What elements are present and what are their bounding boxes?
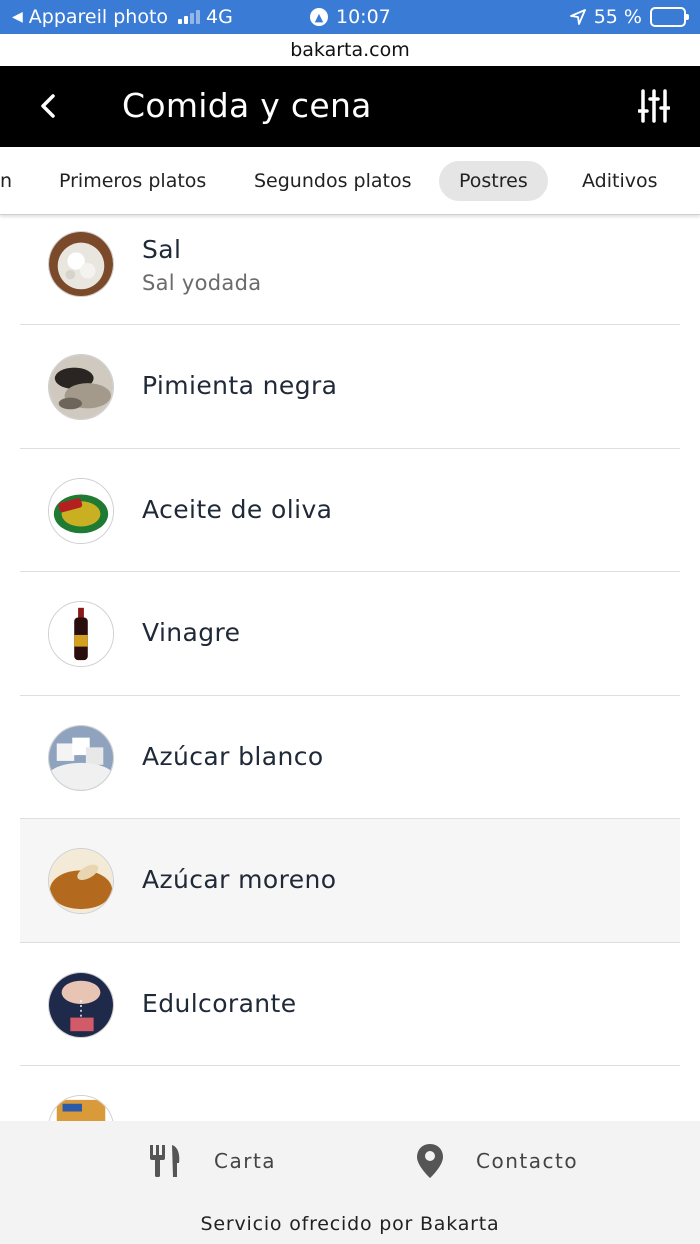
list-item[interactable]: Pimienta negra xyxy=(20,325,680,449)
list-item[interactable]: Vinagre xyxy=(20,572,680,696)
product-name: Vinagre xyxy=(142,618,241,647)
product-name: Azúcar blanco xyxy=(142,741,324,771)
location-pin-icon xyxy=(417,1144,443,1178)
page-title: Comida y cena xyxy=(122,86,372,125)
packet-photo xyxy=(48,1095,114,1121)
list-item[interactable]: Aceite de oliva xyxy=(20,449,680,572)
back-to-app-icon[interactable]: ◀ xyxy=(12,9,23,25)
list-item[interactable]: Azúcar moreno xyxy=(20,819,680,943)
fork-knife-icon xyxy=(150,1145,180,1177)
back-app-label[interactable]: Appareil photo xyxy=(29,6,168,28)
tab-partial[interactable]: n xyxy=(0,161,32,201)
tab-segundos-platos[interactable]: Segundos platos xyxy=(234,161,431,201)
chevron-left-icon xyxy=(41,94,55,118)
back-button[interactable] xyxy=(28,86,68,126)
vinegar-photo xyxy=(48,601,114,667)
filter-button[interactable] xyxy=(632,86,676,126)
product-name: Aceite de oliva xyxy=(142,494,333,524)
navigation-icon: ▲ xyxy=(310,8,328,26)
powered-by-text: Servicio ofrecido por Bakarta xyxy=(200,1213,500,1235)
contact-label[interactable]: Contacto xyxy=(476,1149,578,1173)
product-subtitle: Sal yodada xyxy=(142,271,262,295)
list-item[interactable] xyxy=(20,1066,680,1121)
status-center: ▲ 10:07 xyxy=(310,6,391,28)
product-name: Edulcorante xyxy=(142,988,297,1018)
brown-sugar-photo xyxy=(48,848,114,914)
list-item[interactable]: Azúcar blanco xyxy=(20,696,680,819)
white-sugar-photo xyxy=(48,724,114,791)
clock: 10:07 xyxy=(336,6,391,28)
olive-oil-photo xyxy=(48,477,114,544)
product-name: Azúcar moreno xyxy=(142,865,337,894)
menu-nav-button[interactable]: Carta xyxy=(148,1143,276,1179)
battery-percent: 55 % xyxy=(593,6,642,28)
status-right: 55 % xyxy=(569,6,689,28)
sweetener-photo xyxy=(48,971,114,1038)
category-tabs: n Primeros platos Segundos platos Postre… xyxy=(0,147,700,215)
app-header: Comida y cena xyxy=(0,66,700,147)
url-bar[interactable]: bakarta.com xyxy=(0,34,700,66)
status-bar: ◀ Appareil photo 4G ▲ 10:07 55 % xyxy=(0,0,700,34)
product-list: Sal Sal yodada Pimienta negra Aceite de … xyxy=(20,215,680,1121)
signal-strength-icon xyxy=(178,10,201,24)
tab-postres[interactable]: Postres xyxy=(439,161,548,201)
product-name: Pimienta negra xyxy=(142,371,338,400)
salt-photo xyxy=(48,231,114,297)
network-type: 4G xyxy=(206,6,233,28)
status-left: ◀ Appareil photo 4G xyxy=(12,6,233,28)
tab-aditivos[interactable]: Aditivos xyxy=(562,161,678,201)
list-item[interactable]: Sal Sal yodada xyxy=(20,215,680,325)
footer: Carta Contacto Servicio ofrecido por Bak… xyxy=(0,1121,700,1244)
sliders-icon xyxy=(638,89,670,123)
tab-primeros-platos[interactable]: Primeros platos xyxy=(39,161,226,201)
pepper-photo xyxy=(48,354,114,420)
battery-icon xyxy=(650,7,689,27)
list-item[interactable]: Edulcorante xyxy=(20,943,680,1066)
location-arrow-icon xyxy=(569,9,586,25)
product-name: Sal xyxy=(142,235,182,264)
menu-label[interactable]: Carta xyxy=(214,1149,276,1173)
contact-nav-button[interactable]: Contacto xyxy=(416,1143,578,1179)
